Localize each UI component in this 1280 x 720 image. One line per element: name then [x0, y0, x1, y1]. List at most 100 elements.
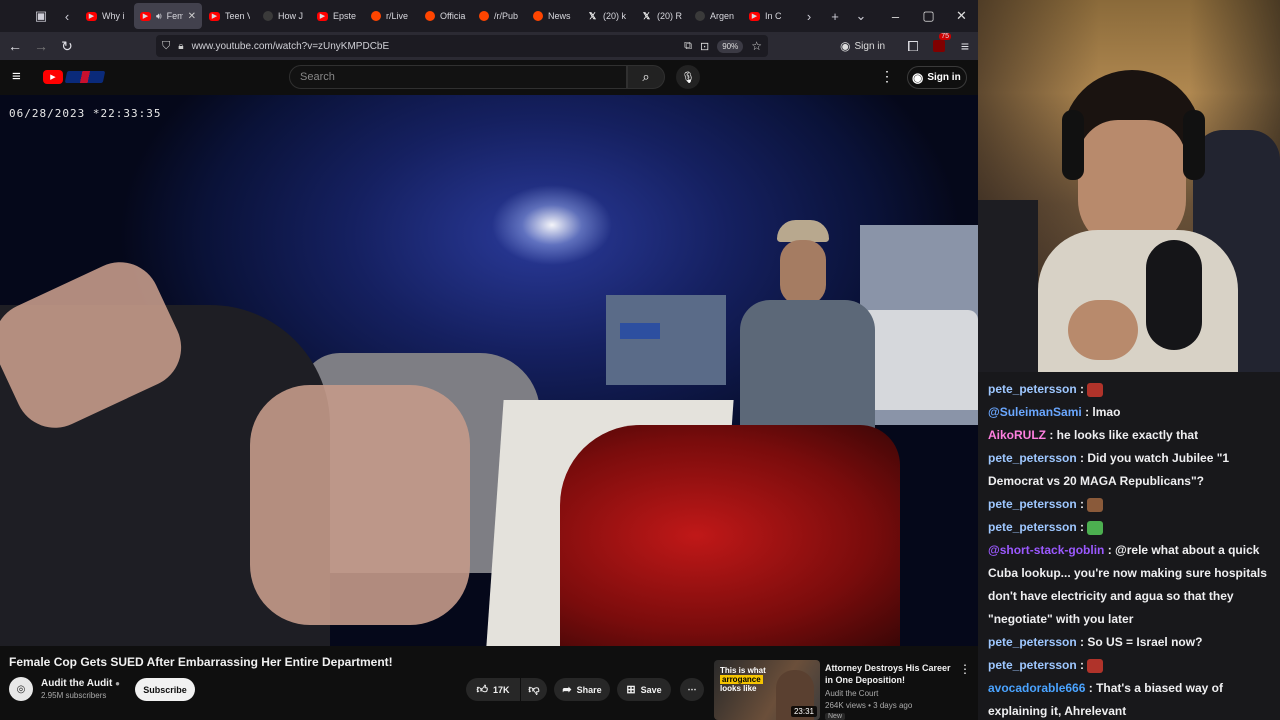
recommended-title[interactable]: Attorney Destroys His Career in One Depo… — [825, 662, 955, 686]
chat-username[interactable]: pete_petersson — [988, 658, 1077, 672]
chat-username[interactable]: @short-stack-goblin — [988, 543, 1104, 557]
extension-badge: 75 — [939, 33, 951, 40]
youtube-icon: ▶ — [749, 11, 760, 21]
browser-tab[interactable]: /r/Pub — [473, 3, 526, 29]
recommended-thumbnail[interactable]: This is what arrogance looks like 23:31 — [714, 660, 820, 720]
settings-kebab-icon[interactable]: ⋮ — [880, 68, 894, 85]
url-bar[interactable]: ⛉ 🔒︎ www.youtube.com/watch?v=zUnyKMPDCbE… — [156, 35, 768, 57]
channel-info[interactable]: ◎ Audit the Audit ● 2.95M subscribers — [9, 677, 120, 701]
tab-title: How J — [278, 11, 304, 21]
browser-tab[interactable]: News — [527, 3, 580, 29]
back-icon[interactable]: ← — [2, 33, 28, 59]
chat-username[interactable]: pete_petersson — [988, 382, 1077, 396]
close-tab-icon[interactable]: ✕ — [188, 11, 196, 22]
maximize-icon[interactable]: ▢ — [912, 0, 945, 32]
chat-username[interactable]: avocadorable666 — [988, 681, 1085, 695]
new-tab-icon[interactable]: + — [822, 3, 848, 29]
chat-username[interactable]: @SuleimanSami — [988, 405, 1082, 419]
stream-overlay: pete_petersson : @SuleimanSami : lmao Aik… — [978, 0, 1280, 720]
url-text[interactable]: www.youtube.com/watch?v=zUnyKMPDCbE — [192, 41, 677, 52]
hamburger-menu-icon[interactable]: ≡ — [12, 68, 21, 85]
zoom-level[interactable]: 90% — [717, 39, 744, 53]
recommended-more-icon[interactable]: ⋮ — [959, 662, 971, 676]
account-icon: ◉ — [840, 39, 851, 53]
lock-icon: 🔒︎ — [178, 40, 184, 52]
tab-title: Epste — [333, 11, 357, 21]
chat-username[interactable]: AikoRULZ — [988, 428, 1046, 442]
extensions-icon[interactable]: ⧠ — [900, 33, 926, 59]
more-actions-button[interactable]: ⋯ — [680, 678, 704, 701]
search-placeholder: Search — [300, 71, 335, 83]
tab-title: Officia — [440, 11, 466, 21]
tab-list-icon[interactable]: ▣ — [28, 3, 54, 29]
browser-tab[interactable]: ▶ Why i — [80, 3, 133, 29]
share-icon: ➦ — [562, 684, 572, 696]
chat-username[interactable]: pete_petersson — [988, 635, 1077, 649]
verified-icon: ● — [115, 679, 120, 688]
search-input[interactable]: Search — [289, 65, 627, 89]
browser-tab[interactable]: ▶ 🔊︎ Fem ✕ — [134, 3, 202, 29]
minimize-icon[interactable]: – — [879, 0, 912, 32]
store-building — [606, 295, 726, 385]
youtube-signin-button[interactable]: ◉ Sign in — [907, 66, 967, 89]
voice-search-button[interactable]: 🎙︎ — [676, 65, 700, 89]
chat-message: avocadorable666 : That's a biased way of… — [988, 681, 1223, 718]
browser-tab[interactable]: Argen — [689, 3, 742, 29]
screenshot-icon[interactable]: ⊡ — [700, 40, 709, 53]
microphone — [1146, 240, 1202, 350]
reload-icon[interactable]: ↻ — [54, 33, 80, 59]
like-button[interactable]: 👍︎ 17K — [466, 678, 520, 701]
ublock-icon[interactable]: 75 — [926, 33, 952, 59]
chat-username[interactable]: pete_petersson — [988, 451, 1077, 465]
browser-window: ▣ ‹ ▶ Why i ▶ 🔊︎ Fem ✕ ▶ Teen V How J ▶ Epste r/Liv… — [0, 0, 978, 720]
chat-message: pete_petersson : Did you watch Jubilee "… — [988, 451, 1230, 488]
video-duration: 23:31 — [790, 706, 817, 717]
firefox-account-button[interactable]: ◉ Sign in — [840, 35, 885, 57]
browser-tab[interactable]: How J — [257, 3, 310, 29]
new-badge: New — [825, 713, 846, 720]
firefox-signin-label: Sign in — [854, 40, 886, 52]
recommended-video[interactable]: This is what arrogance looks like 23:31 … — [714, 660, 978, 720]
tabs-scroll-right-icon[interactable]: › — [796, 3, 822, 29]
save-label: Save — [640, 684, 662, 695]
picture-in-picture-icon[interactable]: ⧉ — [684, 40, 692, 53]
channel-name[interactable]: Audit the Audit ● — [41, 678, 120, 689]
recommended-channel[interactable]: Audit the Court — [825, 689, 878, 698]
browser-tab[interactable]: ▶ Epste — [311, 3, 364, 29]
dislike-button[interactable]: 👎︎ — [521, 678, 547, 701]
video-player[interactable]: 06/28/2023 *22:33:35 — [0, 95, 978, 646]
chat-text: So US = Israel now? — [1087, 635, 1203, 649]
close-window-icon[interactable]: ✕ — [945, 0, 978, 32]
app-menu-icon[interactable]: ≡ — [952, 33, 978, 59]
chat-username[interactable]: pete_petersson — [988, 497, 1077, 511]
search-button[interactable]: ⌕ — [627, 65, 665, 89]
tabs-scroll-left-icon[interactable]: ‹ — [54, 3, 80, 29]
shield-icon[interactable]: ⛉ — [162, 40, 170, 53]
white-suv — [860, 310, 978, 410]
forward-icon[interactable]: → — [28, 33, 54, 59]
browser-tab[interactable]: 𝕏 (20) k — [581, 3, 634, 29]
speaker-icon[interactable]: 🔊︎ — [156, 11, 162, 22]
reddit-icon — [371, 11, 381, 21]
share-button[interactable]: ➦ Share — [554, 678, 610, 701]
browser-tab[interactable]: ▶ Teen V — [203, 3, 256, 29]
like-count: 17K — [492, 684, 510, 695]
thumbnail-caption: This is what arrogance looks like — [720, 666, 766, 693]
youtube-logo[interactable]: ▶ — [43, 70, 106, 84]
save-button[interactable]: ⊞ Save — [617, 678, 671, 701]
tab-title: (20) R — [657, 11, 682, 21]
bookmark-star-icon[interactable]: ☆ — [751, 39, 762, 53]
subscribe-button[interactable]: Subscribe — [135, 678, 195, 701]
chat-username[interactable]: pete_petersson — [988, 520, 1077, 534]
streamer-sweater — [1038, 230, 1238, 372]
search-icon: ⌕ — [642, 69, 650, 84]
all-tabs-icon[interactable]: ⌄ — [848, 3, 874, 29]
browser-tab[interactable]: Officia — [419, 3, 472, 29]
tab-title: In C — [765, 11, 782, 21]
browser-tab[interactable]: 𝕏 (20) R — [635, 3, 688, 29]
x-icon: 𝕏 — [588, 10, 597, 21]
browser-tab[interactable]: ▶ In C — [743, 3, 796, 29]
channel-avatar[interactable]: ◎ — [9, 677, 33, 701]
browser-tab[interactable]: r/Live — [365, 3, 418, 29]
youtube-icon: ▶ — [317, 11, 328, 21]
